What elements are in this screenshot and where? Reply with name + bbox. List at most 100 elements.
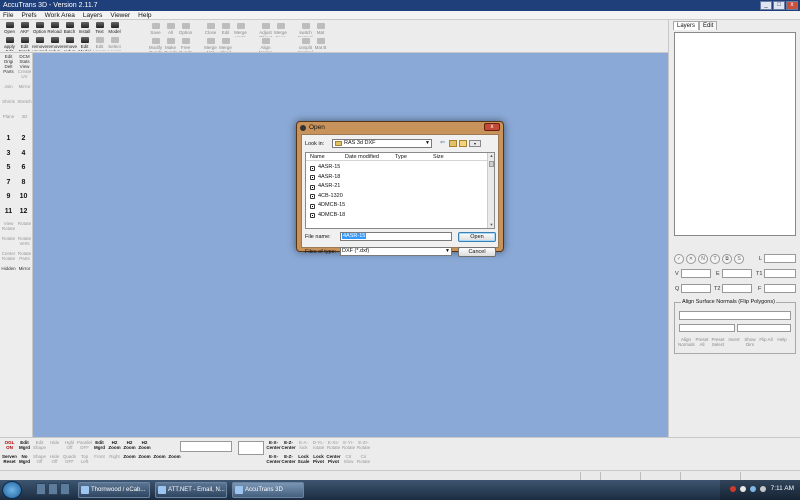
toolbar-edit-button[interactable]: Edit (218, 22, 233, 37)
tool-parts-button[interactable]: Parts (1, 69, 16, 83)
toolbar-align-norms-button[interactable]: Align Norms (258, 37, 273, 52)
view-edit-mgrd-button[interactable]: Edit Mgrd (17, 440, 32, 454)
field-f[interactable] (764, 284, 796, 293)
view-servers-reset-button[interactable]: Servers Reset (2, 454, 17, 468)
back-arrow-icon[interactable]: ⇦ (438, 139, 447, 148)
file-type-select[interactable]: DXF (*.dxf) ▼ (340, 247, 452, 256)
view-right-button[interactable]: Right (107, 454, 122, 468)
field-e[interactable] (722, 269, 752, 278)
layer-6-button[interactable]: 6 (16, 161, 31, 176)
up-folder-icon[interactable] (449, 140, 457, 147)
view-shape-off-button[interactable]: Shape Off (32, 454, 47, 468)
view-hide-button[interactable]: Hide (47, 440, 62, 454)
view-edit-mgrd-button[interactable]: Edit Mgrd (92, 440, 107, 454)
menu-work-area[interactable]: Work Area (45, 11, 75, 19)
toolbar-apply-edit-button[interactable]: apply Edit (2, 36, 17, 51)
file-row[interactable]: 4ASR-18 (310, 173, 345, 183)
column-name[interactable]: Name (310, 153, 325, 161)
view-e-a-lock-button[interactable]: E-A- lock (296, 440, 311, 454)
view-e-x-center-button[interactable]: E-X- Center (266, 454, 281, 468)
minimize-button[interactable]: _ (760, 1, 772, 10)
layer-9-button[interactable]: 9 (1, 190, 16, 205)
menu-file[interactable]: File (3, 11, 13, 19)
layer-12-button[interactable]: 12 (16, 205, 31, 220)
view-e-z-center-button[interactable]: E-Z- Center (281, 440, 296, 454)
file-row[interactable]: 4DMCB-15 (310, 201, 345, 211)
layer-1-button[interactable]: 1 (1, 132, 16, 147)
view-e-x-center-button[interactable]: E-X- Center (266, 440, 281, 454)
file-row[interactable]: 4DMCB-18 (310, 211, 345, 221)
toolbar-close-button[interactable]: Close (203, 22, 218, 37)
toolbar-merge-save-button[interactable]: Merge Save (273, 22, 288, 37)
view-e-yr-rotate-button[interactable]: E-Yr- Rotate (341, 440, 356, 454)
tool-mirror-button[interactable]: Mirror (17, 84, 32, 98)
tab-edit[interactable]: Edit (699, 21, 718, 30)
toolbar-batch-button[interactable]: Batch (62, 21, 77, 36)
toolbar-unsplit-normal-button[interactable]: unsplit Normal (298, 37, 313, 52)
tool-center-rotate-button[interactable]: Center Rotate (1, 251, 16, 265)
tool-mirror-button[interactable]: Mirror (17, 266, 32, 280)
align-flip-all-button[interactable]: Flip All (758, 337, 774, 347)
quicklaunch-icon-3[interactable] (60, 483, 70, 495)
file-row[interactable]: 4ASR-21 (310, 182, 345, 192)
toolbar-install-button[interactable]: Install (77, 21, 92, 36)
toolbar-edit-batch-button[interactable]: Edit Batch (17, 36, 32, 51)
field-q[interactable] (681, 284, 711, 293)
toolbar-adjust-object-button[interactable]: Adjust Object (258, 22, 273, 37)
views-menu-icon[interactable]: ▾ (469, 140, 481, 147)
scroll-up-icon[interactable]: ▲ (488, 153, 495, 159)
tab-layers[interactable]: Layers (673, 21, 700, 30)
open-button[interactable]: Open (458, 232, 496, 242)
toolbar-modify-quads-button[interactable]: Modify Quads (148, 37, 163, 52)
view-zoom-button[interactable]: Zoom (122, 454, 137, 468)
taskbar-item-thornwood[interactable]: Thornwood / eCab... (78, 482, 150, 498)
view-lock-scale-button[interactable]: Lock Scale (296, 454, 311, 468)
scroll-thumb[interactable] (489, 161, 494, 167)
toolbar-remove-unused-mat-button[interactable]: remove unused mat (32, 36, 47, 51)
field-v[interactable] (681, 269, 711, 278)
view-ctr-slow-button[interactable]: Ctr Slow (341, 454, 356, 468)
view-h2-zoom-button[interactable]: H2 Zoom (122, 440, 137, 454)
check-icon[interactable]: ✓ (674, 254, 684, 264)
layer-3-button[interactable]: 3 (1, 147, 16, 162)
tool-shrink-button[interactable]: Shrink (1, 99, 16, 113)
file-row[interactable]: 4CB-1320 (310, 192, 345, 202)
toolbar-merge-verts-button[interactable]: Merge Verts (233, 22, 248, 37)
toolbar-mat-button[interactable]: Mat (313, 22, 328, 37)
align-normals-select[interactable] (679, 311, 791, 320)
column-size[interactable]: Size (433, 153, 444, 161)
toolbar-merge-mat-button[interactable]: Merge Mat (203, 37, 218, 52)
view-parallel-off-button[interactable]: Parallel OFF (77, 440, 92, 454)
tool-hidden-button[interactable]: Hidden (1, 266, 16, 280)
view-h2-zoom-button[interactable]: H2 Zoom (107, 440, 122, 454)
tool-dcm-stats-view-button[interactable]: DCM Stats View (17, 54, 32, 68)
toolbar-text-button[interactable]: Text (92, 21, 107, 36)
view-zoom-button[interactable]: Zoom (152, 454, 167, 468)
layer-list[interactable] (674, 32, 796, 236)
clock[interactable]: 7:11 AM (771, 485, 794, 492)
tool-create-uv-button[interactable]: Create UV (17, 69, 32, 83)
toolbar-switch-normals-button[interactable]: switch Normals (298, 22, 313, 37)
column-date-modified[interactable]: Date modified (345, 153, 379, 161)
toolbar-edit-layers-button[interactable]: Edit Layers (92, 36, 107, 51)
toolbar-edit-model-button[interactable]: Edit Model (77, 36, 92, 51)
field-t1[interactable] (764, 269, 796, 278)
toolbar-select-layers-button[interactable]: Select Layers (107, 36, 122, 51)
tool-rotate-verts-button[interactable]: Rotate Verts (17, 236, 32, 250)
s-icon[interactable]: S (734, 254, 744, 264)
tray-icon-3[interactable] (750, 486, 756, 492)
layer-8-button[interactable]: 8 (16, 176, 31, 191)
view-top-left-button[interactable]: Top Left (77, 454, 92, 468)
taskbar-item-accutrans[interactable]: AccuTrans 3D (232, 482, 304, 498)
view-e-zr-rotate-button[interactable]: E-Zr- Rotate (356, 440, 371, 454)
file-list[interactable]: Name Date modified Type Size 4ASR-15 4ASR… (305, 152, 495, 229)
tray-icon-1[interactable] (730, 486, 736, 492)
quicklaunch-icon-2[interactable] (48, 483, 58, 495)
view-zoom-button[interactable]: Zoom (137, 454, 152, 468)
n-icon[interactable]: N (698, 254, 708, 264)
tool-view-rotate-button[interactable]: View Rotate (1, 221, 16, 235)
menu-layers[interactable]: Layers (83, 11, 103, 19)
layer-5-button[interactable]: 5 (1, 161, 16, 176)
menu-viewer[interactable]: Viewer (110, 11, 130, 19)
start-button[interactable] (2, 481, 22, 499)
